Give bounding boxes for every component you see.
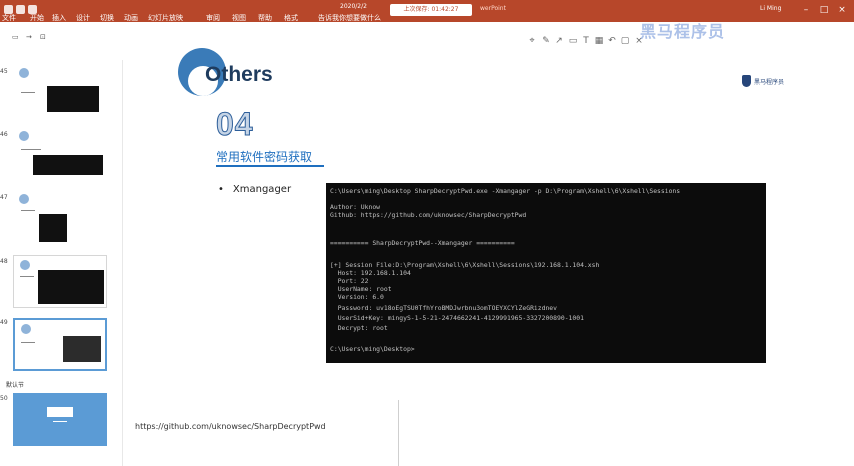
thumbnail-line (53, 421, 67, 422)
terminal-line: [+] Session File:D:\Program\Xshell\6\Xsh… (330, 261, 600, 269)
github-link[interactable]: https://github.com/uknowsec/SharpDecrypt… (135, 422, 326, 431)
thumbnail-terminal (39, 214, 67, 242)
bullet-text: Xmangager (232, 184, 292, 195)
terminal-line: ========== SharpDecryptPwd--Xmangager ==… (330, 239, 515, 247)
terminal-screenshot[interactable]: C:\Users\ming\Desktop SharpDecryptPwd.ex… (326, 183, 766, 363)
slide-number: 47 (0, 194, 8, 201)
org-logo: 黑马程序员 (742, 72, 792, 92)
user-name[interactable]: Li Ming (760, 5, 781, 12)
minimize-icon[interactable]: – (800, 4, 812, 16)
slide-number: 48 (0, 258, 8, 265)
thumbnail-terminal (38, 270, 104, 304)
slide-thumbnail[interactable] (13, 255, 107, 308)
thumbnail-logo (21, 324, 31, 334)
title-bar: 文件 开始 插入 设计 切换 动画 幻灯片放映 审阅 视图 帮助 格式 告诉我你… (0, 0, 854, 22)
slide-thumbnail[interactable] (13, 127, 107, 180)
thumbnail-terminal (33, 155, 103, 175)
terminal-line: UserName: root (330, 285, 392, 293)
shield-icon (742, 75, 751, 87)
app-name: werPoint (480, 5, 506, 12)
bullet-item[interactable]: • Xmangager (218, 184, 291, 195)
divider (398, 400, 399, 466)
slide-thumbnail-active[interactable] (13, 318, 107, 371)
terminal-line: UserSid+Key: mingyS-1-5-21-2474662241-41… (330, 314, 584, 322)
slide-number: 45 (0, 68, 8, 75)
toolbar-item-1[interactable]: ▭ (12, 33, 19, 41)
terminal-line: C:\Users\ming\Desktop SharpDecryptPwd.ex… (330, 187, 681, 195)
thumbnail-dialog (47, 407, 73, 417)
thumbnail-line (21, 342, 35, 343)
section-subtitle[interactable]: 常用软件密码获取 (216, 148, 312, 165)
subtitle-underline (216, 165, 324, 167)
bullet-dot-icon: • (218, 184, 224, 195)
maximize-icon[interactable]: □ (818, 4, 830, 16)
terminal-line: Version: 6.0 (330, 293, 384, 301)
undo-icon[interactable] (16, 5, 25, 14)
document-title[interactable]: 上次保存: 01:42:27 (390, 4, 472, 16)
slide-number: 49 (0, 319, 8, 326)
thumbnail-terminal (63, 336, 101, 362)
terminal-line: Password: uv18oEgTSU0TfhYroBMDJwrbnu3omT… (330, 304, 558, 312)
terminal-line: Port: 22 (330, 277, 369, 285)
slide-title[interactable]: Others (205, 63, 273, 87)
section-number[interactable]: 04 (216, 106, 254, 143)
thumbnail-line (21, 92, 35, 93)
terminal-line: C:\Users\ming\Desktop> (330, 345, 415, 353)
org-logo-text: 黑马程序员 (754, 79, 785, 86)
ribbon-toolbar (0, 22, 854, 44)
thumbnail-terminal (47, 86, 99, 112)
thumbnail-logo (19, 194, 29, 204)
slide-thumbnail[interactable] (13, 393, 107, 446)
toolbar-item-2[interactable]: → (26, 33, 32, 41)
slide-number: 50 (0, 395, 8, 402)
thumbnail-logo (19, 131, 29, 141)
toolbar-item-3[interactable]: ⊡ (40, 33, 46, 41)
slide-thumbnails-panel[interactable]: 45 46 47 48 49 默认节 50 (0, 60, 123, 466)
save-time: 2020/2/2 (340, 3, 367, 10)
terminal-line: Decrypt: root (330, 324, 388, 332)
thumbnail-logo (19, 68, 29, 78)
terminal-line: Author: Uknow (330, 203, 381, 211)
thumbnail-line (20, 276, 34, 277)
terminal-line: Github: https://github.com/uknowsec/Shar… (330, 211, 527, 219)
slide-thumbnail[interactable] (13, 190, 107, 243)
slide-number: 46 (0, 131, 8, 138)
thumbnail-line (21, 210, 35, 211)
section-label[interactable]: 默认节 (6, 380, 24, 389)
terminal-line: Host: 192.168.1.104 (330, 269, 411, 277)
thumbnail-logo (20, 260, 30, 270)
close-icon[interactable]: × (836, 4, 848, 16)
slide-thumbnail[interactable] (13, 64, 107, 117)
thumbnail-line (21, 149, 41, 150)
watermark: 黑马程序员 (640, 22, 726, 41)
